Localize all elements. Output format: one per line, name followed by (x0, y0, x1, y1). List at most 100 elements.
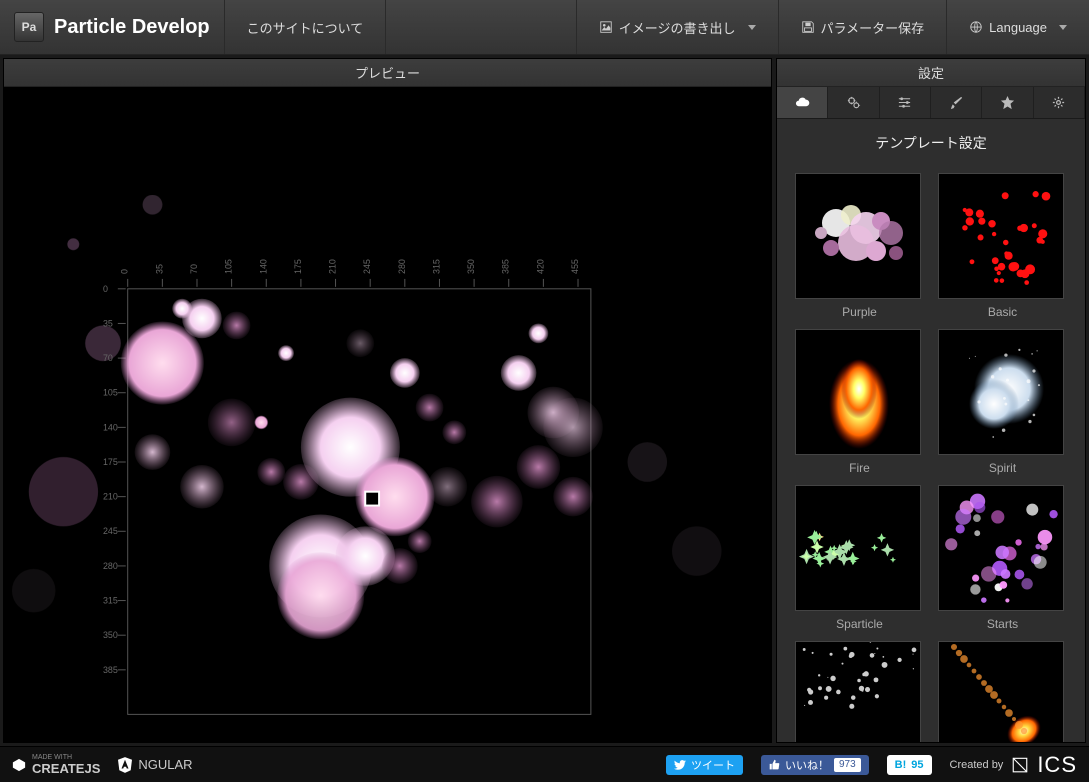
particle-canvas[interactable]: 03570105140175210245280315350385420455 0… (4, 87, 771, 742)
app-header: Pa Particle Develop このサイトについて イメージの書き出し … (0, 0, 1089, 55)
template-name: Basic (938, 305, 1067, 319)
svg-text:0: 0 (120, 269, 130, 274)
svg-text:35: 35 (154, 264, 164, 274)
template-thumb (938, 641, 1064, 742)
app-title: Particle Develop (54, 16, 210, 39)
like-count: 973 (834, 758, 861, 772)
template-thumb (938, 329, 1064, 455)
export-label: イメージの書き出し (619, 18, 736, 37)
svg-text:315: 315 (431, 259, 441, 274)
template-name: Purple (795, 305, 924, 319)
export-image-button[interactable]: イメージの書き出し (576, 0, 778, 54)
createjs-label: CREATEJS (32, 761, 100, 776)
svg-text:280: 280 (397, 259, 407, 274)
preview-panel-title: プレビュー (4, 59, 771, 87)
hatebu-count: 95 (911, 759, 923, 771)
svg-text:105: 105 (224, 259, 234, 274)
brush-icon (949, 95, 964, 110)
template-basic[interactable]: Basic (938, 173, 1067, 319)
preview-panel: プレビュー 0 35 70 105 140 175 210 245 280 315 350 385 42… (3, 58, 772, 743)
svg-text:350: 350 (466, 259, 476, 274)
template-thumb (795, 641, 921, 742)
thumbs-up-icon (769, 759, 780, 770)
angular-icon (118, 757, 132, 773)
twitter-icon (674, 759, 686, 771)
svg-text:70: 70 (189, 264, 199, 274)
template-name: Sparticle (795, 617, 924, 631)
created-by[interactable]: Created by ICS (950, 752, 1078, 778)
created-by-label: Created by (950, 759, 1004, 771)
save-label: パラメーター保存 (821, 18, 925, 37)
tweet-label: ツイート (691, 757, 735, 773)
template-starts[interactable]: Starts (938, 485, 1067, 631)
template-thumb (938, 485, 1064, 611)
svg-text:385: 385 (501, 259, 511, 274)
save-params-button[interactable]: パラメーター保存 (778, 0, 947, 54)
gear-icon (1051, 95, 1066, 110)
createjs-icon (12, 758, 26, 772)
like-label: いいね！ (785, 757, 829, 773)
svg-text:210: 210 (103, 492, 118, 502)
tab-canvas[interactable] (1034, 87, 1085, 118)
sliders-icon (897, 95, 912, 110)
svg-text:105: 105 (103, 388, 118, 398)
template-name: Starts (938, 617, 1067, 631)
chevron-down-icon (1059, 25, 1067, 30)
ics-logo-icon (1011, 756, 1029, 774)
svg-text:245: 245 (103, 526, 118, 536)
template-thumb (795, 173, 921, 299)
language-label: Language (989, 20, 1047, 35)
svg-text:280: 280 (103, 561, 118, 571)
settings-tabs (777, 87, 1085, 119)
template-blank2[interactable] (938, 641, 1067, 742)
svg-text:35: 35 (103, 318, 113, 328)
tab-emitter[interactable] (828, 87, 879, 118)
template-spirit[interactable]: Spirit (938, 329, 1067, 475)
template-fire[interactable]: Fire (795, 329, 924, 475)
image-icon (599, 20, 613, 34)
save-icon (801, 20, 815, 34)
tab-color[interactable] (931, 87, 982, 118)
svg-text:140: 140 (103, 422, 118, 432)
template-blank1[interactable] (795, 641, 924, 742)
svg-text:455: 455 (570, 259, 580, 274)
settings-panel-title: 設定 (777, 59, 1085, 87)
cloud-icon (795, 95, 810, 110)
ics-label: ICS (1037, 752, 1077, 778)
template-name: Fire (795, 461, 924, 475)
svg-text:175: 175 (103, 457, 118, 467)
template-thumb (938, 173, 1064, 299)
globe-icon (969, 20, 983, 34)
template-thumb (795, 485, 921, 611)
language-menu[interactable]: Language (946, 0, 1089, 54)
cogs-icon (846, 95, 861, 110)
tab-params[interactable] (880, 87, 931, 118)
hatebu-button[interactable]: B! 95 (887, 755, 932, 775)
svg-text:245: 245 (362, 259, 372, 274)
settings-panel: 設定 テンプレート設定 Purple Basic Fire Spirit Spartic… (776, 58, 1086, 743)
brand[interactable]: Pa Particle Develop (0, 0, 225, 54)
about-link[interactable]: このサイトについて (225, 0, 387, 54)
star-icon (1000, 95, 1015, 110)
svg-text:175: 175 (293, 259, 303, 274)
template-section-title: テンプレート設定 (777, 119, 1085, 163)
tab-shape[interactable] (982, 87, 1033, 118)
app-logo-icon: Pa (14, 12, 44, 42)
template-sparticle[interactable]: Sparticle (795, 485, 924, 631)
tab-templates[interactable] (777, 87, 828, 118)
createjs-link[interactable]: MADE WITHCREATEJS (12, 754, 100, 776)
template-thumb (795, 329, 921, 455)
svg-text:210: 210 (328, 259, 338, 274)
template-name: Spirit (938, 461, 1067, 475)
template-purple[interactable]: Purple (795, 173, 924, 319)
angular-link[interactable]: NGULAR (118, 757, 192, 773)
svg-text:350: 350 (103, 630, 118, 640)
like-button[interactable]: いいね！ 973 (761, 755, 869, 775)
hatebu-icon: B! (895, 759, 907, 771)
svg-text:385: 385 (103, 665, 118, 675)
chevron-down-icon (748, 25, 756, 30)
app-footer: MADE WITHCREATEJS NGULAR ツイート いいね！ 973 B… (0, 746, 1089, 782)
svg-text:420: 420 (535, 259, 545, 274)
tweet-button[interactable]: ツイート (666, 755, 743, 775)
angular-label: NGULAR (138, 757, 192, 772)
